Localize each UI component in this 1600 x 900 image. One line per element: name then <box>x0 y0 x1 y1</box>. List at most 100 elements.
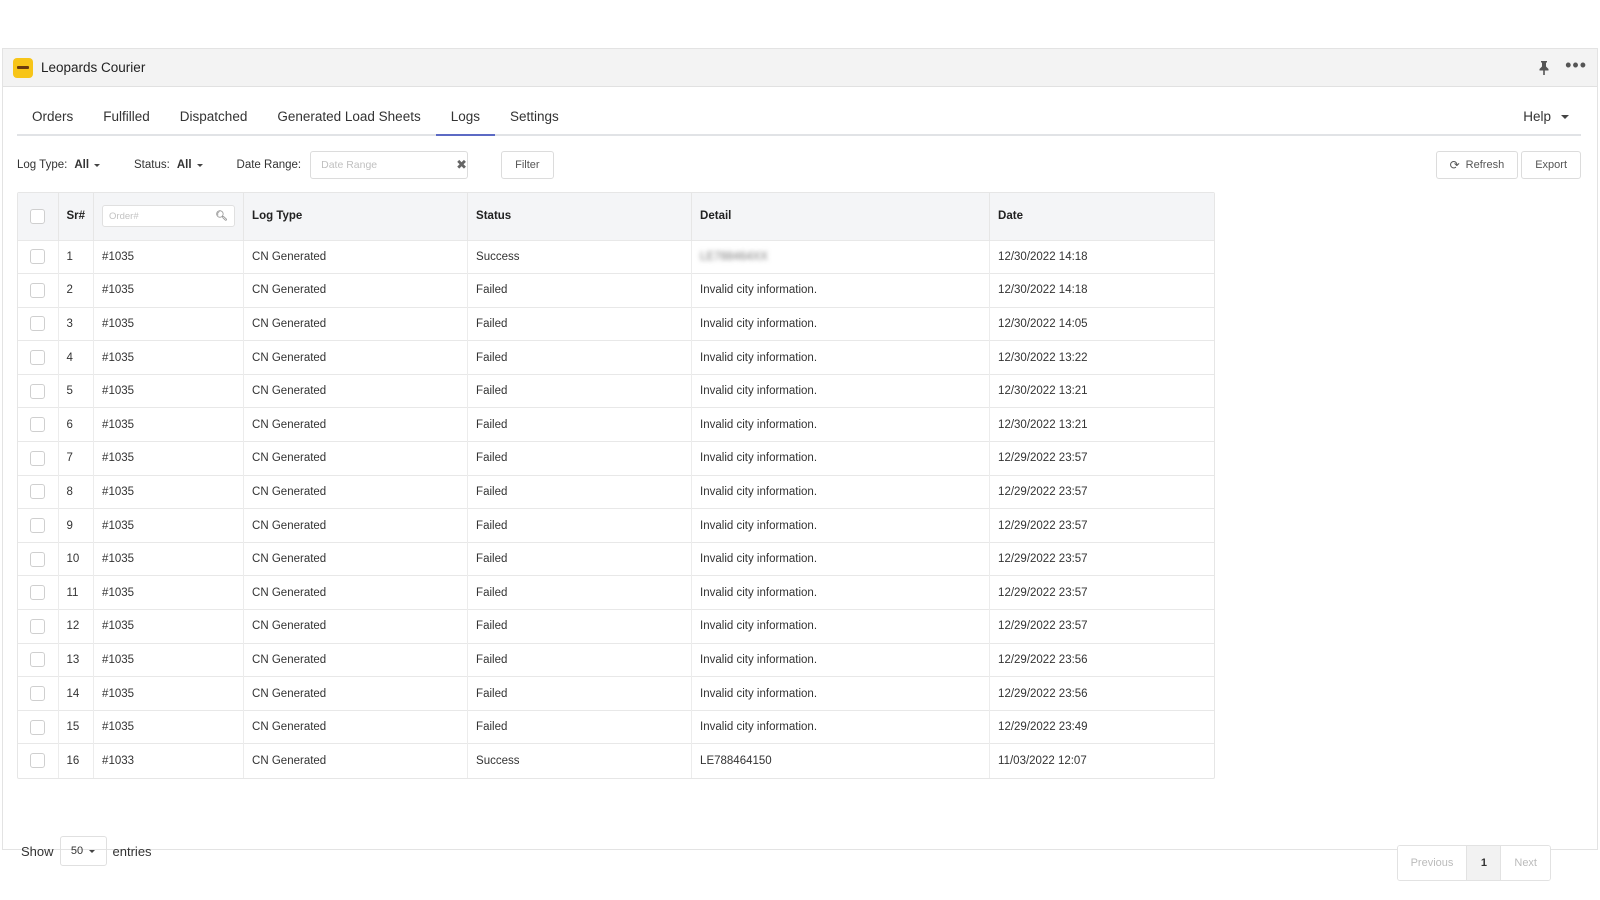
cell-status: Failed <box>467 273 693 308</box>
header-log-type[interactable]: Log Type <box>243 193 469 240</box>
pin-icon[interactable] <box>1537 60 1551 76</box>
row-checkbox[interactable] <box>30 652 46 668</box>
date-range-input[interactable] <box>321 159 457 171</box>
cell-log-type: CN Generated <box>243 407 469 442</box>
cell-sr: 14 <box>58 676 95 711</box>
detail-text: Invalid city information. <box>700 351 818 364</box>
export-button[interactable]: Export <box>1521 151 1581 179</box>
cell-detail: Invalid city information. <box>691 642 991 677</box>
cell-order: #1035 <box>93 508 245 543</box>
previous-page-button[interactable]: Previous <box>1397 846 1468 880</box>
tab-orders[interactable]: Orders <box>17 109 88 134</box>
table-row: 7 #1035 CN Generated Failed Invalid city inf… <box>18 441 1214 476</box>
header-detail[interactable]: Detail <box>691 193 991 240</box>
cell-date: 12/29/2022 23:57 <box>989 508 1214 543</box>
page-length-control: Show 50 entries <box>21 836 152 866</box>
cell-date: 12/30/2022 14:05 <box>989 306 1214 341</box>
tab-logs[interactable]: Logs <box>435 109 496 136</box>
app-frame: Leopards Courier ••• Orders Fulfilled Disp… <box>2 48 1598 881</box>
detail-text: Invalid city information. <box>700 687 818 700</box>
cell-order: #1035 <box>93 306 245 341</box>
filter-button[interactable]: Filter <box>501 151 554 179</box>
cell-sr: 12 <box>58 609 95 644</box>
row-checkbox[interactable] <box>30 719 46 735</box>
entries-value: 50 <box>70 845 84 857</box>
row-checkbox[interactable] <box>30 484 46 500</box>
cell-log-type: CN Generated <box>243 306 469 341</box>
table-row: 4 #1035 CN Generated Failed Invalid city inf… <box>18 340 1214 375</box>
more-horizontal-icon[interactable]: ••• <box>1565 56 1587 74</box>
row-checkbox[interactable] <box>30 753 46 769</box>
refresh-button[interactable]: ⟳ Refresh <box>1435 151 1519 179</box>
row-checkbox[interactable] <box>30 350 46 366</box>
entries-select[interactable]: 50 <box>59 836 107 866</box>
chevron-down-icon <box>1561 114 1569 119</box>
row-checkbox[interactable] <box>30 316 46 332</box>
tab-settings[interactable]: Settings <box>495 109 574 134</box>
cell-date: 12/29/2022 23:57 <box>989 541 1214 576</box>
cell-sr: 13 <box>58 642 95 677</box>
table-header-row: Sr# 🔍︎ Log Type Status Detail Date <box>18 193 1214 240</box>
cell-detail: Invalid city information. <box>691 709 991 744</box>
status-value: All <box>176 159 192 171</box>
cell-sr: 15 <box>58 709 95 744</box>
table-row: 8 #1035 CN Generated Failed Invalid city inf… <box>18 474 1214 509</box>
cell-status: Failed <box>467 306 693 341</box>
cell-date: 11/03/2022 12:07 <box>989 743 1214 778</box>
chevron-down-icon <box>196 163 203 167</box>
detail-text: Invalid city information. <box>700 519 818 532</box>
clear-icon[interactable]: ✖ <box>456 157 467 173</box>
detail-text: Invalid city information. <box>700 586 818 599</box>
table-row: 3 #1035 CN Generated Failed Invalid city inf… <box>18 306 1214 341</box>
date-range-field[interactable]: ✖ <box>310 151 469 179</box>
cell-sr: 3 <box>58 306 95 341</box>
detail-text: Invalid city information. <box>700 284 818 297</box>
row-checkbox[interactable] <box>30 450 46 466</box>
table-row: 5 #1035 CN Generated Failed Invalid city inf… <box>18 373 1214 408</box>
header-date[interactable]: Date <box>990 193 1214 240</box>
page-1-button[interactable]: 1 <box>1467 846 1502 880</box>
cell-detail: LE788464XX <box>691 239 991 274</box>
header-status[interactable]: Status <box>467 193 693 240</box>
row-checkbox[interactable] <box>30 249 46 265</box>
tab-generated-load-sheets[interactable]: Generated Load Sheets <box>262 109 435 134</box>
log-type-dropdown[interactable]: All <box>74 159 101 171</box>
tab-dispatched[interactable]: Dispatched <box>165 109 263 134</box>
cell-status: Failed <box>467 541 693 576</box>
log-type-label: Log Type: <box>17 159 68 171</box>
cell-status: Failed <box>467 373 693 408</box>
detail-text: LE788464150 <box>700 754 772 767</box>
cell-order: #1035 <box>93 642 245 677</box>
tab-fulfilled[interactable]: Fulfilled <box>88 109 165 134</box>
cell-status: Failed <box>467 508 693 543</box>
detail-text: Invalid city information. <box>700 485 818 498</box>
row-checkbox[interactable] <box>30 551 46 567</box>
detail-text: Invalid city information. <box>700 452 818 465</box>
help-label: Help <box>1523 109 1551 124</box>
cell-detail: Invalid city information. <box>691 306 991 341</box>
cell-status: Failed <box>467 407 693 442</box>
row-checkbox[interactable] <box>30 417 46 433</box>
row-checkbox[interactable] <box>30 383 46 399</box>
cell-status: Failed <box>467 340 693 375</box>
row-checkbox[interactable] <box>30 618 46 634</box>
table-row: 16 #1033 CN Generated Success LE788464150 11/… <box>18 743 1214 778</box>
leopards-logo-icon <box>13 57 33 78</box>
row-checkbox[interactable] <box>30 686 46 702</box>
status-dropdown[interactable]: All <box>177 159 203 171</box>
cell-log-type: CN Generated <box>243 441 469 476</box>
cell-status: Success <box>467 239 693 274</box>
order-search-input[interactable] <box>109 210 216 222</box>
select-all-checkbox[interactable] <box>30 208 46 224</box>
app-titlebar: Leopards Courier ••• <box>3 49 1597 87</box>
cell-log-type: CN Generated <box>243 541 469 576</box>
next-page-button[interactable]: Next <box>1501 846 1550 880</box>
cell-detail: Invalid city information. <box>691 407 991 442</box>
row-checkbox[interactable] <box>30 518 46 534</box>
order-search-field[interactable]: 🔍︎ <box>102 205 236 228</box>
row-checkbox[interactable] <box>30 585 46 601</box>
row-checkbox[interactable] <box>30 282 46 298</box>
table-row: 6 #1035 CN Generated Failed Invalid city inf… <box>18 407 1214 442</box>
cell-order: #1035 <box>93 474 245 509</box>
help-dropdown[interactable]: Help <box>1523 109 1581 134</box>
